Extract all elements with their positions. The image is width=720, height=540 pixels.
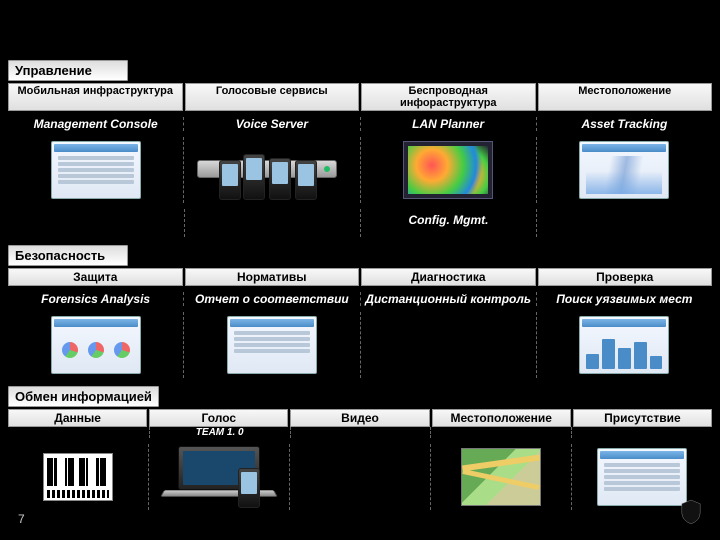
pie-charts-icon bbox=[51, 316, 141, 374]
col-voice-services: Голосовые сервисы bbox=[185, 83, 360, 111]
map-icon bbox=[461, 448, 541, 506]
sub-management-console: Management Console bbox=[8, 117, 183, 131]
section-title-security: Безопасность bbox=[8, 245, 128, 266]
sub-compliance-report: Отчет о соответствии bbox=[183, 292, 359, 306]
img-asset-tracking bbox=[536, 137, 712, 203]
col-compliance: Нормативы bbox=[185, 268, 360, 286]
sec-image-row bbox=[8, 312, 712, 378]
section-title-management: Управление bbox=[8, 60, 128, 81]
sub-forensics: Forensics Analysis bbox=[8, 292, 183, 306]
sub-config-mgmt: Config. Mgmt. bbox=[361, 213, 536, 227]
bar-chart-icon bbox=[579, 316, 669, 374]
section-security: Безопасность Защита Нормативы Диагностик… bbox=[8, 245, 712, 378]
section-title-communication: Обмен информацией bbox=[8, 386, 159, 407]
sub-voice-server: Voice Server bbox=[183, 117, 359, 131]
comm-col-headers: Данные Голос Видео Местоположение Присут… bbox=[8, 409, 712, 427]
section-management: Управление Мобильная инфраструктура Голо… bbox=[8, 60, 712, 237]
col-video: Видео bbox=[290, 409, 429, 427]
img-lan-planner bbox=[360, 137, 536, 203]
laptop-pda-icon bbox=[164, 446, 274, 508]
img-voice bbox=[148, 444, 289, 510]
team-label: TEAM 1. 0 bbox=[149, 427, 290, 438]
sub-vuln-scan: Поиск уязвимых мест bbox=[536, 292, 712, 306]
area-chart-icon bbox=[579, 141, 669, 199]
col-verification: Проверка bbox=[538, 268, 713, 286]
section-communication: Обмен информацией Данные Голос Видео Мес… bbox=[8, 386, 712, 510]
barcode-icon bbox=[43, 453, 113, 501]
sec-col-headers: Защита Нормативы Диагностика Проверка bbox=[8, 268, 712, 286]
brand-logo-icon bbox=[680, 498, 702, 526]
comm-team-row: TEAM 1. 0 bbox=[8, 427, 712, 438]
screenshot-icon bbox=[51, 141, 141, 199]
img-data bbox=[8, 444, 148, 510]
mgmt-image-row bbox=[8, 137, 712, 203]
img-compliance bbox=[183, 312, 359, 378]
col-protection: Защита bbox=[8, 268, 183, 286]
img-voice-server bbox=[183, 137, 359, 203]
img-location2 bbox=[430, 444, 571, 510]
sec-sub-row: Forensics Analysis Отчет о соответствии … bbox=[8, 292, 712, 306]
sub-asset-tracking: Asset Tracking bbox=[536, 117, 712, 131]
col-data: Данные bbox=[8, 409, 147, 427]
page-number: 7 bbox=[18, 512, 25, 526]
presence-list-icon bbox=[597, 448, 687, 506]
heatmap-icon bbox=[403, 141, 493, 199]
sub-lan-planner: LAN Planner bbox=[360, 117, 536, 131]
img-forensics bbox=[8, 312, 183, 378]
report-icon bbox=[227, 316, 317, 374]
mgmt-sub-row: Management Console Voice Server LAN Plan… bbox=[8, 117, 712, 131]
img-remote bbox=[360, 312, 536, 378]
col-location2: Местоположение bbox=[432, 409, 571, 427]
col-location: Местоположение bbox=[538, 83, 713, 111]
col-presence: Присутствие bbox=[573, 409, 712, 427]
devices-icon bbox=[197, 140, 347, 200]
img-video bbox=[289, 444, 430, 510]
col-wireless-infra: Беспроводная инфораструктура bbox=[361, 83, 536, 111]
img-management-console bbox=[8, 137, 183, 203]
comm-image-row bbox=[8, 444, 712, 510]
col-voice: Голос bbox=[149, 409, 288, 427]
mgmt-extra-row: Config. Mgmt. bbox=[8, 209, 712, 237]
col-mobile-infra: Мобильная инфраструктура bbox=[8, 83, 183, 111]
sub-remote-control: Дистанционный контроль bbox=[360, 292, 536, 306]
col-diagnostics: Диагностика bbox=[361, 268, 536, 286]
img-vuln bbox=[536, 312, 712, 378]
mgmt-col-headers: Мобильная инфраструктура Голосовые серви… bbox=[8, 83, 712, 111]
